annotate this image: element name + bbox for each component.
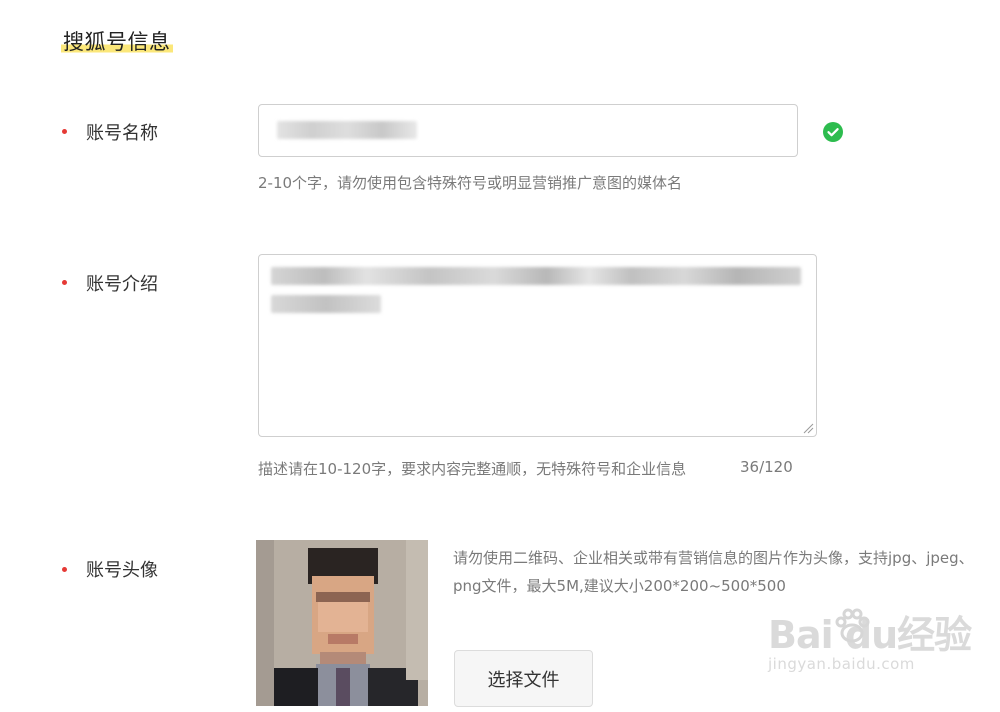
avatar-mouth bbox=[328, 634, 358, 644]
check-circle-icon bbox=[823, 122, 843, 142]
avatar-bg-left bbox=[256, 540, 274, 706]
redacted-text bbox=[271, 295, 381, 313]
avatar-bg-right bbox=[406, 540, 428, 680]
account-intro-label: 账号介绍 bbox=[86, 274, 158, 295]
account-name-input[interactable] bbox=[258, 104, 798, 157]
account-name-label: 账号名称 bbox=[86, 123, 158, 144]
required-marker bbox=[62, 567, 67, 572]
avatar-eye-band bbox=[316, 592, 370, 602]
redacted-text bbox=[277, 121, 417, 139]
required-marker bbox=[62, 280, 67, 285]
avatar-face-shade bbox=[318, 602, 368, 632]
choose-file-button[interactable]: 选择文件 bbox=[454, 650, 593, 707]
avatar-preview bbox=[256, 540, 428, 706]
avatar-jacket-left bbox=[270, 668, 318, 706]
account-intro-hint: 描述请在10-120字，要求内容完整通顺，无特殊符号和企业信息 bbox=[258, 460, 687, 478]
char-counter: 36/120 bbox=[740, 458, 793, 476]
avatar-tie bbox=[336, 668, 350, 706]
required-marker bbox=[62, 129, 67, 134]
redacted-text bbox=[271, 267, 801, 285]
paw-icon bbox=[835, 608, 870, 643]
account-intro-textarea[interactable] bbox=[258, 254, 817, 437]
avatar-hint: 请勿使用二维码、企业相关或带有营销信息的图片作为头像，支持jpg、jpeg、pn… bbox=[453, 549, 974, 595]
resize-handle-icon[interactable] bbox=[802, 422, 814, 434]
account-name-hint: 2-10个字，请勿使用包含特殊符号或明显营销推广意图的媒体名 bbox=[258, 174, 683, 192]
section-title: 搜狐号信息 bbox=[61, 26, 173, 56]
account-avatar-label: 账号头像 bbox=[86, 560, 158, 581]
